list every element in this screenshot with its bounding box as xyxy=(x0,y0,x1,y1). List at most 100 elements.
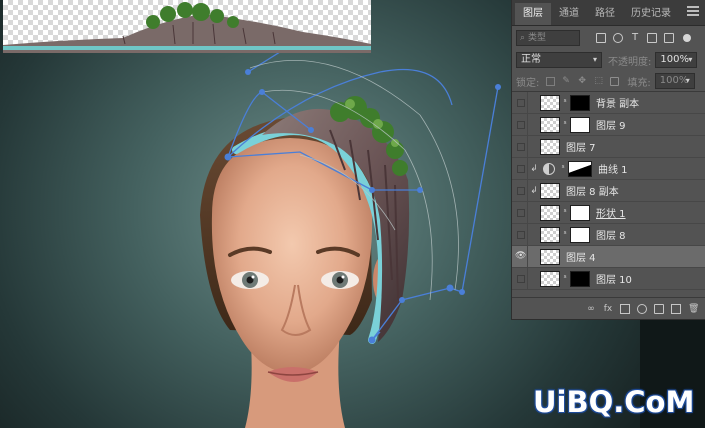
layer-thumbnail xyxy=(540,226,560,243)
layer-mask-thumbnail xyxy=(570,226,590,243)
layer-thumbnail xyxy=(540,116,560,133)
layer-name: 图层 4 xyxy=(566,253,596,264)
layer-thumbnail xyxy=(540,270,560,287)
lock-move-icon[interactable]: ✥ xyxy=(578,76,587,86)
layer-row-selected[interactable]: 👁 图层 4 xyxy=(512,245,705,268)
adjustment-icon[interactable] xyxy=(637,303,647,314)
visibility-toggle[interactable]: 👁 xyxy=(512,245,528,268)
layer-mask-thumbnail xyxy=(570,116,590,133)
layer-row[interactable]: ˢ 图层 8 xyxy=(512,223,705,246)
search-icon: ⌕ xyxy=(520,33,526,43)
right-eye xyxy=(321,271,359,289)
shape-filter-icon[interactable] xyxy=(647,33,657,43)
link-icon: ˢ xyxy=(563,97,567,108)
panel-tabs: 图层 通道 路径 历史记录 xyxy=(512,0,705,26)
layer-name: 图层 8 xyxy=(596,231,626,242)
mask-icon[interactable] xyxy=(620,303,630,314)
chevron-down-icon: ▾ xyxy=(685,76,690,85)
pixel-filter-icon[interactable] xyxy=(596,33,606,43)
opacity-label: 不透明度: xyxy=(608,56,652,68)
new-layer-icon[interactable] xyxy=(671,303,681,314)
layer-row[interactable]: ˢ 图层 9 xyxy=(512,113,705,136)
layer-mask-thumbnail xyxy=(568,160,592,177)
tab-history[interactable]: 历史记录 xyxy=(623,3,679,25)
layer-name: 背景 副本 xyxy=(596,99,640,110)
visibility-toggle[interactable] xyxy=(512,179,528,202)
visibility-toggle[interactable] xyxy=(512,113,528,136)
layer-row[interactable]: ↲ ˢ 曲线 1 xyxy=(512,157,705,180)
filter-toggle-icon[interactable] xyxy=(683,34,691,42)
link-icon: ˢ xyxy=(563,119,567,130)
layer-row[interactable]: ˢ 形状 1 xyxy=(512,201,705,224)
type-filter-icon[interactable]: T xyxy=(630,33,640,43)
lock-brush-icon[interactable]: ✎ xyxy=(562,76,571,86)
layer-row[interactable]: ↲ 图层 8 副本 xyxy=(512,179,705,202)
folder-icon[interactable] xyxy=(654,303,664,314)
layer-thumbnail xyxy=(540,248,560,265)
layer-name: 图层 9 xyxy=(596,121,626,132)
tab-channels[interactable]: 通道 xyxy=(551,3,587,25)
fill-value: 100% xyxy=(659,75,689,86)
blend-mode-select[interactable]: 正常 ▾ xyxy=(516,52,602,68)
lock-artboard-icon[interactable]: ⬚ xyxy=(594,76,603,86)
lock-label: 锁定: xyxy=(516,77,540,89)
fill-input[interactable]: 100% ▾ xyxy=(654,73,695,89)
opacity-value: 100% xyxy=(660,54,689,65)
layer-row[interactable]: ˢ 背景 副本 xyxy=(512,92,705,114)
link-icon[interactable]: ∞ xyxy=(586,304,596,314)
filter-type-label: 类型 xyxy=(528,33,547,43)
layer-thumbnail xyxy=(540,138,560,155)
layer-name: 形状 1 xyxy=(596,209,626,220)
blend-mode-value: 正常 xyxy=(521,54,541,65)
visibility-toggle[interactable] xyxy=(512,267,528,290)
left-eye xyxy=(231,271,269,289)
lock-transparent-icon[interactable] xyxy=(546,76,556,86)
chevron-down-icon: ▾ xyxy=(688,55,693,64)
layer-name: 图层 10 xyxy=(596,275,632,286)
layer-mask-thumbnail xyxy=(570,94,590,111)
clipping-arrow-icon: ↲ xyxy=(530,163,538,174)
tab-paths[interactable]: 路径 xyxy=(587,3,623,25)
layer-mask-thumbnail xyxy=(570,204,590,221)
layer-thumbnail xyxy=(540,182,560,199)
layer-thumbnail xyxy=(540,204,560,221)
fill-label: 填充: xyxy=(627,77,651,89)
layer-name: 图层 8 副本 xyxy=(566,187,619,198)
smart-object-filter-icon[interactable] xyxy=(664,33,674,43)
visibility-toggle[interactable] xyxy=(512,223,528,246)
visibility-toggle[interactable] xyxy=(512,92,528,114)
layer-name: 曲线 1 xyxy=(598,165,628,176)
link-icon: ˢ xyxy=(563,207,567,218)
visibility-toggle[interactable] xyxy=(512,135,528,158)
curves-adjustment-icon xyxy=(543,162,555,175)
layer-thumbnail xyxy=(540,94,560,111)
visibility-toggle[interactable] xyxy=(512,201,528,224)
panel-menu-icon[interactable] xyxy=(687,6,699,16)
chevron-down-icon: ▾ xyxy=(592,55,597,64)
blend-row: 正常 ▾ 不透明度: 100% ▾ xyxy=(512,49,705,71)
clipping-arrow-icon: ↲ xyxy=(530,185,538,196)
layer-filter-row: ⌕ 类型 T xyxy=(512,27,705,49)
island-preview xyxy=(3,0,371,53)
link-icon: ˢ xyxy=(561,163,565,174)
watermark-logo: UiBQ.CoM xyxy=(533,385,695,419)
link-icon: ˢ xyxy=(563,273,567,284)
lock-row: 锁定: ✎ ✥ ⬚ 填充: 100% ▾ xyxy=(512,71,705,91)
layer-row[interactable]: ˢ 图层 10 xyxy=(512,267,705,290)
tab-layers[interactable]: 图层 xyxy=(515,3,551,25)
layer-row[interactable]: 图层 7 xyxy=(512,135,705,158)
panel-footer: ∞ fx 🗑 xyxy=(512,297,705,319)
lock-all-icon[interactable] xyxy=(610,76,620,86)
opacity-input[interactable]: 100% ▾ xyxy=(655,52,698,68)
trash-icon[interactable]: 🗑 xyxy=(688,304,699,314)
eye-icon: 👁 xyxy=(515,250,527,261)
layer-filter-select[interactable]: ⌕ 类型 xyxy=(516,30,580,46)
adjustment-filter-icon[interactable] xyxy=(613,33,623,43)
visibility-toggle[interactable] xyxy=(512,157,528,180)
layer-name: 图层 7 xyxy=(566,143,596,154)
link-icon: ˢ xyxy=(563,229,567,240)
layer-list: ˢ 背景 副本 ˢ 图层 9 图层 7 ↲ ˢ 曲线 1 ↲ 图层 8 副本 ˢ… xyxy=(512,91,705,298)
layer-mask-thumbnail xyxy=(570,270,590,287)
fx-icon[interactable]: fx xyxy=(603,304,613,314)
face xyxy=(211,138,373,374)
